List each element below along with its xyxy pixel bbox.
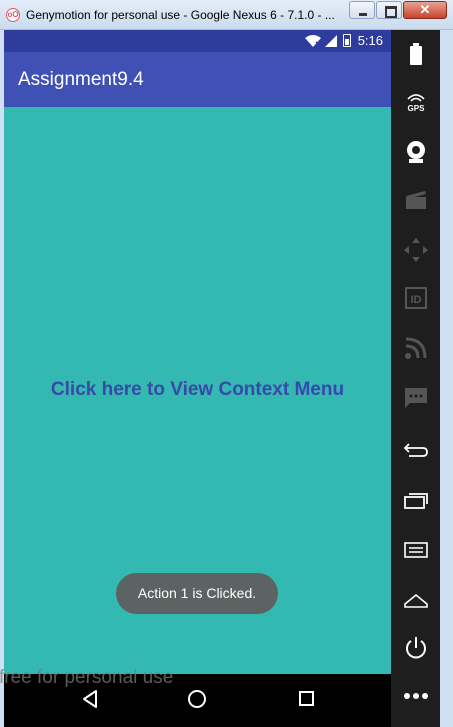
home-icon[interactable] [391,580,440,620]
wifi-icon [304,34,321,47]
status-time: 5:16 [357,33,383,48]
nav-back-icon[interactable] [81,689,99,709]
close-icon: ✕ [419,2,431,17]
window-controls: ✕ [348,1,447,21]
nav-home-icon[interactable] [188,690,206,708]
maximize-button[interactable] [376,1,402,19]
context-menu-link[interactable]: Click here to View Context Menu [4,379,391,401]
battery-status-icon [342,34,351,47]
power-icon[interactable] [391,628,440,668]
nav-recent-icon[interactable] [299,691,314,706]
app-title: Assignment9.4 [18,69,144,90]
identifiers-icon[interactable]: ID [391,278,440,318]
main-content: Click here to View Context Menu Action 1… [4,107,391,674]
recent-apps-icon[interactable] [391,480,440,520]
identifiers-label: ID [410,294,421,306]
toast-message: Action 1 is Clicked. [116,573,278,614]
menu-icon[interactable] [391,530,440,570]
window-border [440,30,453,727]
gps-icon[interactable]: GPS [391,82,440,122]
device-screen: 5:16 Assignment9.4 Click here to View Co… [4,30,391,727]
dpad-icon[interactable] [391,230,440,270]
app-bar: Assignment9.4 [4,52,391,107]
more-icon[interactable] [391,676,440,716]
back-icon[interactable] [391,430,440,470]
gps-label: GPS [407,104,425,113]
close-button[interactable]: ✕ [403,1,447,19]
status-icons: 5:16 [304,33,383,48]
webcam-icon[interactable] [391,132,440,172]
minimize-button[interactable] [349,1,375,19]
sms-icon[interactable] [391,378,440,418]
network-icon[interactable] [391,328,440,368]
status-bar: 5:16 [4,30,391,52]
window-title-bar[interactable]: oO Genymotion for personal use - Google … [0,0,453,30]
signal-icon [324,34,337,47]
watermark-text: free for personal use [0,667,174,688]
genymotion-toolbar: GPS ID [391,30,440,727]
media-icon[interactable] [391,180,440,220]
genymotion-logo-icon: oO [6,8,20,22]
battery-icon[interactable] [391,34,440,74]
window-title: Genymotion for personal use - Google Nex… [26,8,335,22]
